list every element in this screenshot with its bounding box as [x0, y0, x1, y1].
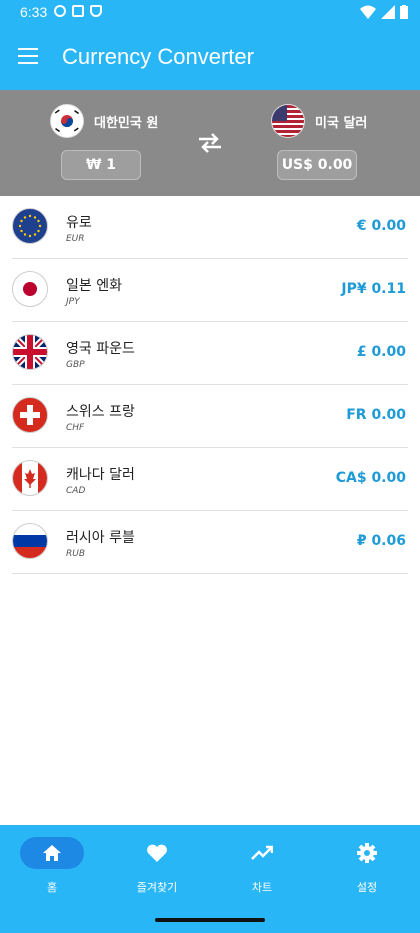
heart-icon: [147, 844, 167, 862]
currency-amount: JP¥ 0.11: [341, 281, 406, 297]
currency-name: 일본 엔화: [66, 278, 122, 294]
status-notification-icons: [54, 5, 102, 17]
rate-list: 유로 EUR € 0.00 일본 엔화 JPY JP¥ 0.11 영국 파운드 …: [12, 196, 408, 574]
currency-code: EUR: [66, 234, 85, 244]
nav-chart-label: 차트: [251, 881, 273, 894]
home-icon: [43, 845, 61, 861]
korea-flag-icon: [50, 104, 84, 138]
battery-icon: [400, 5, 408, 19]
app-bar: Currency Converter: [0, 26, 420, 90]
bottom-navigation: 홈 즐겨찾기 차트 설정: [0, 825, 420, 933]
japan-flag-icon: [12, 271, 48, 307]
to-amount-display: US$ 0.00: [277, 150, 357, 180]
shield-icon: [90, 5, 102, 17]
currency-code: JPY: [66, 297, 80, 307]
nav-home[interactable]: 홈: [7, 837, 97, 895]
menu-icon[interactable]: [18, 48, 38, 64]
swap-icon[interactable]: [197, 132, 223, 154]
from-currency[interactable]: 대한민국 원: [50, 104, 158, 138]
page-title: Currency Converter: [62, 44, 254, 69]
list-item[interactable]: 스위스 프랑 CHF FR 0.00: [12, 385, 408, 448]
currency-code: RUB: [66, 549, 86, 559]
currency-code: CHF: [66, 423, 85, 433]
nav-settings-label: 설정: [356, 881, 378, 894]
uk-flag-icon: [12, 334, 48, 370]
canada-flag-icon: [12, 460, 48, 496]
gear-icon: [357, 843, 377, 863]
wifi-icon: [360, 5, 376, 19]
eu-flag-icon: [12, 208, 48, 244]
currency-amount: ₽ 0.06: [356, 533, 406, 549]
list-item[interactable]: 일본 엔화 JPY JP¥ 0.11: [12, 259, 408, 322]
drive-icon: [72, 5, 84, 17]
converter-panel: 대한민국 원 ₩ 1 미국 달러 US$ 0.00: [0, 90, 420, 196]
usa-flag-icon: [271, 104, 305, 138]
gesture-handle: [155, 918, 265, 922]
to-currency[interactable]: 미국 달러: [271, 104, 367, 138]
currency-name: 유로: [66, 215, 92, 231]
currency-amount: £ 0.00: [356, 344, 406, 360]
currency-amount: € 0.00: [356, 218, 406, 234]
status-time: 6:33: [20, 4, 48, 20]
switzerland-flag-icon: [12, 397, 48, 433]
sync-icon: [54, 5, 66, 17]
currency-code: GBP: [66, 360, 85, 370]
currency-name: 러시아 루블: [66, 530, 135, 546]
nav-chart[interactable]: 차트: [217, 837, 307, 895]
signal-icon: [381, 5, 395, 19]
nav-favorites[interactable]: 즐겨찾기: [112, 837, 202, 895]
currency-amount: CA$ 0.00: [335, 470, 406, 486]
currency-name: 영국 파운드: [66, 341, 135, 357]
currency-code: CAD: [66, 486, 86, 496]
status-bar: 6:33: [0, 0, 420, 26]
to-currency-name: 미국 달러: [315, 115, 368, 131]
currency-name: 캐나다 달러: [66, 467, 135, 483]
currency-amount: FR 0.00: [346, 407, 406, 423]
list-item[interactable]: 영국 파운드 GBP £ 0.00: [12, 322, 408, 385]
from-amount-input[interactable]: ₩ 1: [61, 150, 141, 180]
status-system-icons: [360, 5, 408, 19]
trending-up-icon: [251, 845, 273, 860]
list-item[interactable]: 러시아 루블 RUB ₽ 0.06: [12, 511, 408, 574]
currency-name: 스위스 프랑: [66, 404, 135, 420]
nav-settings[interactable]: 설정: [322, 837, 412, 895]
list-item[interactable]: 캐나다 달러 CAD CA$ 0.00: [12, 448, 408, 511]
russia-flag-icon: [12, 523, 48, 559]
nav-favorites-label: 즐겨찾기: [136, 881, 178, 894]
nav-home-label: 홈: [46, 881, 58, 894]
from-currency-name: 대한민국 원: [94, 115, 159, 131]
list-item[interactable]: 유로 EUR € 0.00: [12, 196, 408, 259]
